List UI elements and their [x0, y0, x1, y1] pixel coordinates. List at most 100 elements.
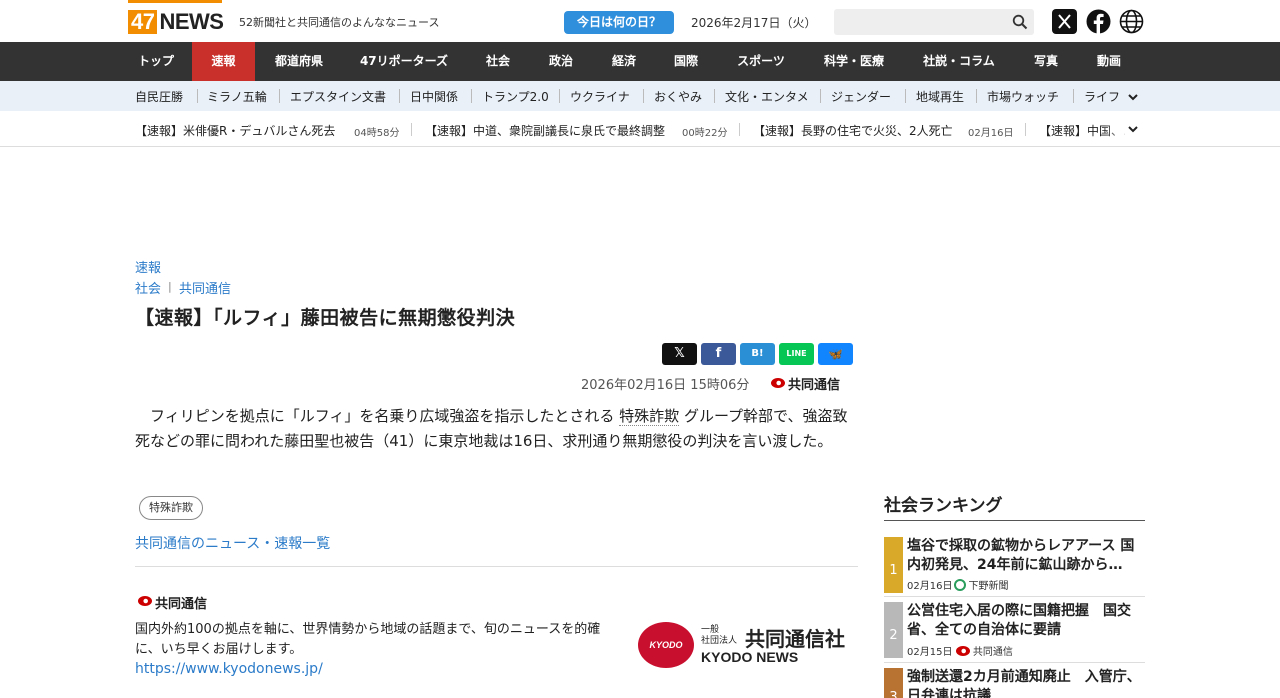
- topic-divider: [905, 89, 906, 103]
- hatena-icon: B!: [751, 348, 764, 359]
- bluesky-icon: 🦋: [828, 347, 843, 361]
- ranking-item[interactable]: 2 公営住宅入居の際に国籍把握 国交省、全ての自治体に要請 02月15日 共同通…: [884, 602, 1145, 658]
- nav-item-sports[interactable]: スポーツ: [726, 42, 796, 81]
- topic-item[interactable]: 自民圧勝: [135, 88, 183, 105]
- nav-item-society[interactable]: 社会: [475, 42, 521, 81]
- rank-headline: 塩谷で採取の鉱物からレアアース 国内初発見、24年前に鉱山跡から…: [907, 538, 1135, 573]
- topic-item[interactable]: 文化・エンタメ: [725, 88, 809, 105]
- ticker-divider: [411, 123, 412, 136]
- rank-meta: 02月16日 下野新聞: [907, 577, 1008, 592]
- share-hatena-button[interactable]: B!: [740, 343, 775, 365]
- topic-divider: [643, 89, 644, 103]
- keyword-link[interactable]: 特殊詐欺: [619, 407, 680, 426]
- share-facebook-button[interactable]: f: [701, 343, 736, 365]
- main-navigation: トップ 速報 都道府県 47リポーターズ 社会 政治 経済 国際 スポーツ 科学…: [0, 42, 1280, 81]
- today-in-history-button[interactable]: 今日は何の日？: [564, 11, 674, 34]
- x-icon[interactable]: [1052, 9, 1077, 34]
- source-url-link[interactable]: https://www.kyodonews.jp/: [135, 661, 323, 677]
- site-logo[interactable]: 47 NEWS: [128, 9, 224, 35]
- site-tagline: 52新聞社と共同通信のよんななニュース: [239, 16, 440, 29]
- kyodo-logo-mark: KYODO: [638, 622, 694, 668]
- topic-item[interactable]: トランプ2.0: [482, 88, 549, 105]
- share-line-button[interactable]: LINE: [779, 343, 814, 365]
- chevron-down-icon[interactable]: [1127, 91, 1139, 103]
- chevron-down-icon[interactable]: [1127, 123, 1139, 135]
- ticker-time: 00時22分: [682, 128, 728, 139]
- ticker-fade: [1105, 111, 1145, 146]
- rank-number: 3: [884, 668, 903, 698]
- ticker-headline[interactable]: 【速報】長野の住宅で火災、2人死亡: [753, 122, 953, 139]
- rank-date: 02月16日: [907, 581, 953, 592]
- rank-meta: 02月15日 共同通信: [907, 643, 1013, 658]
- kyodo-news-list-link[interactable]: 共同通信のニュース・速報一覧: [135, 533, 330, 553]
- nav-item-politics[interactable]: 政治: [538, 42, 584, 81]
- nav-item-international[interactable]: 国際: [663, 42, 709, 81]
- nav-item-breaking[interactable]: 速報: [192, 42, 255, 81]
- kyodo-logo[interactable]: KYODO 一般 社団法人 共同通信社 KYODO NEWS: [638, 620, 858, 670]
- ticker-divider: [1025, 123, 1026, 136]
- rank-number: 2: [884, 602, 903, 658]
- topic-item[interactable]: おくやみ: [654, 88, 702, 105]
- breadcrumb-kyodo[interactable]: 共同通信: [179, 278, 231, 297]
- facebook-icon: f: [715, 346, 722, 361]
- source-description: 国内外約100の拠点を軸に、世界情勢から地域の話題まで、旬のニュースを的確に、い…: [135, 622, 601, 657]
- ticker-time: 04時58分: [354, 128, 400, 139]
- search-icon[interactable]: [1012, 14, 1028, 30]
- nav-item-prefectures[interactable]: 都道府県: [263, 42, 335, 81]
- article-body: フィリピンを拠点に「ルフィ」を名乗り広域強盗を指示したとされる 特殊詐欺 グルー…: [135, 404, 855, 454]
- facebook-icon[interactable]: [1086, 9, 1111, 35]
- current-date: 2026年2月17日（火）: [691, 16, 817, 30]
- nav-item-top[interactable]: トップ: [128, 42, 184, 81]
- nav-item-science[interactable]: 科学・医療: [813, 42, 895, 81]
- topic-divider: [714, 89, 715, 103]
- kyodo-icon: [955, 646, 970, 656]
- share-x-button[interactable]: 𝕏: [662, 343, 697, 365]
- nav-item-videos[interactable]: 動画: [1086, 42, 1132, 81]
- logo-number: 47: [128, 10, 158, 34]
- ticker-time: 02月16日: [968, 128, 1014, 139]
- breaking-news-ticker: 【速報】米俳優R・デュバルさん死去 04時58分 【速報】中道、衆院副議長に泉氏…: [0, 111, 1280, 147]
- kyodo-logo-english: KYODO NEWS: [701, 649, 799, 665]
- category-link[interactable]: 速報: [135, 257, 161, 276]
- rank-number: 1: [884, 537, 903, 593]
- topic-item[interactable]: ウクライナ: [570, 88, 630, 105]
- logo-word: NEWS: [159, 9, 224, 34]
- rank-headline: 強制送還2カ月前通知廃止 入管庁、日弁連は抗議: [907, 669, 1141, 698]
- share-bluesky-button[interactable]: 🦋: [818, 343, 853, 365]
- body-text-before: フィリピンを拠点に「ルフィ」を名乗り広域強盗を指示したとされる: [150, 407, 620, 425]
- nav-item-photos[interactable]: 写真: [1023, 42, 1069, 81]
- globe-icon[interactable]: [1119, 9, 1144, 34]
- nav-item-47reporters[interactable]: 47リポーターズ: [351, 42, 457, 81]
- nav-item-editorial[interactable]: 社説・コラム: [912, 42, 1006, 81]
- ranking-underline: [884, 520, 1145, 521]
- topic-item[interactable]: ミラノ五輪: [207, 88, 267, 105]
- kyodo-icon: [138, 596, 152, 606]
- topic-item[interactable]: 地域再生: [916, 88, 964, 105]
- ticker-headline[interactable]: 【速報】中道、衆院副議長に泉氏で最終調整: [425, 122, 665, 139]
- topic-divider: [976, 89, 977, 103]
- ranking-divider: [884, 662, 1145, 663]
- topic-divider: [399, 89, 400, 103]
- breadcrumb-society[interactable]: 社会: [135, 278, 161, 297]
- search-input[interactable]: [834, 9, 1004, 35]
- topic-item[interactable]: ジェンダー: [831, 88, 891, 105]
- site-header: 47 NEWS 52新聞社と共同通信のよんななニュース 今日は何の日？ 2026…: [0, 0, 1280, 42]
- kyodo-logo-subtitle: 一般 社団法人: [701, 625, 738, 646]
- published-time: 2026年02月16日 15時06分: [581, 378, 750, 393]
- x-icon: 𝕏: [674, 346, 685, 361]
- ranking-item[interactable]: 3 強制送還2カ月前通知廃止 入管庁、日弁連は抗議: [884, 668, 1145, 698]
- ranking-item[interactable]: 1 塩谷で採取の鉱物からレアアース 国内初発見、24年前に鉱山跡から… 02月1…: [884, 537, 1145, 593]
- ticker-headline[interactable]: 【速報】米俳優R・デュバルさん死去: [135, 122, 335, 139]
- topic-item[interactable]: エプスタイン文書: [290, 88, 386, 105]
- topic-divider: [197, 89, 198, 103]
- nav-item-economy[interactable]: 経済: [601, 42, 647, 81]
- ticker-divider: [739, 123, 740, 136]
- topic-item[interactable]: 市場ウォッチ: [987, 88, 1059, 105]
- article-tag[interactable]: 特殊詐欺: [139, 496, 203, 520]
- breadcrumb-separator: |: [168, 280, 172, 293]
- shimotsuke-icon: [954, 579, 967, 591]
- article-title: 【速報】「ルフィ」藤田被告に無期懲役判決: [135, 307, 516, 329]
- topic-item[interactable]: 日中関係: [410, 88, 458, 105]
- topic-item[interactable]: ライフ: [1084, 88, 1120, 105]
- rank-source: 共同通信: [972, 647, 1013, 658]
